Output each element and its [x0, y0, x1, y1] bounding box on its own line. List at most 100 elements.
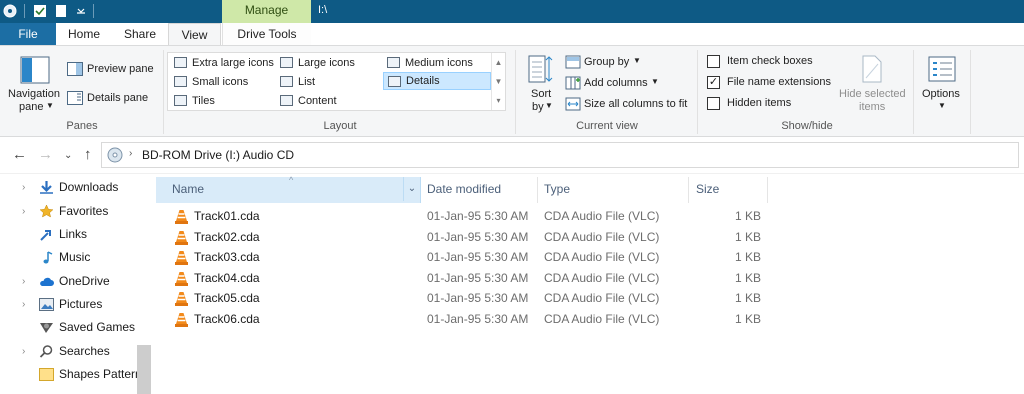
layout-medium-icons[interactable]: Medium icons — [383, 54, 491, 72]
back-arrow-icon[interactable]: ← — [12, 146, 27, 163]
file-name-extensions-checkbox[interactable]: ✓ — [707, 76, 720, 89]
hidden-items-label[interactable]: Hidden items — [727, 97, 791, 109]
preview-pane-icon[interactable] — [67, 62, 83, 76]
links-icon — [40, 230, 51, 241]
table-row[interactable]: Track01.cda 01-Jan-95 5:30 AM CDA Audio … — [156, 206, 768, 227]
breadcrumb[interactable]: BD-ROM Drive (I:) Audio CD — [142, 148, 294, 162]
expand-chevron-icon[interactable]: › — [22, 200, 25, 223]
sidebar-item-saved-games[interactable]: Saved Games — [0, 316, 137, 339]
hidden-items-checkbox[interactable] — [707, 97, 720, 110]
column-filter-chevron-icon[interactable]: ⌄ — [403, 177, 420, 201]
expand-chevron-icon[interactable]: › — [22, 293, 25, 316]
table-row[interactable]: Track04.cda 01-Jan-95 5:30 AM CDA Audio … — [156, 268, 768, 289]
ribbon-tabs: File Home Share View Drive Tools — [0, 23, 1024, 46]
tab-share[interactable]: Share — [114, 23, 166, 45]
tab-drive-tools[interactable]: Drive Tools — [222, 23, 311, 45]
forward-arrow-icon[interactable]: → — [38, 146, 53, 163]
new-folder-icon[interactable] — [54, 4, 68, 18]
music-note-icon — [43, 251, 53, 264]
title-bar: Manage I:\ — [0, 0, 1024, 23]
layout-small-icons[interactable]: Small icons — [170, 73, 276, 91]
hide-selected-items-label-2[interactable]: items — [859, 101, 885, 113]
scroll-down-icon[interactable]: ▼ — [492, 72, 505, 91]
navigation-pane-label-2[interactable]: pane — [19, 101, 43, 113]
layout-large-icons[interactable]: Large icons — [276, 54, 382, 72]
navigation-pane-scrollbar[interactable] — [137, 345, 151, 394]
hide-selected-items-label[interactable]: Hide selected — [839, 88, 906, 100]
vlc-cone-icon — [175, 272, 188, 286]
cd-drive-icon[interactable] — [3, 4, 17, 18]
details-pane-icon[interactable] — [67, 91, 83, 105]
file-name-extensions-label[interactable]: File name extensions — [727, 76, 831, 88]
column-header-type[interactable]: Type — [539, 177, 689, 203]
item-check-boxes-checkbox[interactable] — [707, 55, 720, 68]
column-header-size[interactable]: Size — [690, 177, 768, 203]
details-pane-button[interactable]: Details pane — [87, 92, 148, 104]
group-by-button[interactable]: Group by — [584, 56, 629, 68]
sort-by-label[interactable]: Sort — [531, 88, 551, 100]
sidebar-item-onedrive[interactable]: › OneDrive — [0, 270, 137, 293]
layout-gallery-scroll[interactable]: ▲ ▼ ▾ — [491, 53, 505, 110]
group-by-dropdown-icon[interactable]: ▼ — [633, 56, 641, 65]
more-layouts-icon[interactable]: ▾ — [492, 91, 505, 110]
table-row[interactable]: Track02.cda 01-Jan-95 5:30 AM CDA Audio … — [156, 227, 768, 248]
sidebar-item-shapes-pattern[interactable]: Shapes Pattern — [0, 363, 142, 386]
item-check-boxes-label[interactable]: Item check boxes — [727, 55, 813, 67]
layout-list[interactable]: List — [276, 73, 382, 91]
navigation-pane: › Downloads › Favorites Links Music › On… — [0, 175, 153, 394]
expand-chevron-icon[interactable]: › — [22, 176, 25, 199]
tab-manage[interactable]: Manage — [222, 0, 311, 23]
table-row[interactable]: Track06.cda 01-Jan-95 5:30 AM CDA Audio … — [156, 309, 768, 330]
search-icon — [39, 345, 53, 358]
scroll-up-icon[interactable]: ▲ — [492, 53, 505, 72]
properties-icon[interactable] — [33, 4, 47, 18]
layout-tiles[interactable]: Tiles — [170, 92, 276, 110]
list-icon — [280, 76, 293, 87]
navigation-pane-label[interactable]: Navigation — [8, 88, 60, 100]
expand-chevron-icon[interactable]: › — [22, 340, 25, 363]
sort-by-dropdown-icon[interactable]: ▼ — [545, 101, 553, 110]
up-arrow-icon[interactable]: ↑ — [84, 146, 92, 163]
sidebar-item-pictures[interactable]: › Pictures — [0, 293, 137, 316]
pictures-icon — [39, 298, 54, 311]
layout-content[interactable]: Content — [276, 92, 382, 110]
column-header-date-modified[interactable]: Date modified — [422, 177, 538, 203]
table-row[interactable]: Track05.cda 01-Jan-95 5:30 AM CDA Audio … — [156, 288, 768, 309]
add-columns-dropdown-icon[interactable]: ▼ — [651, 77, 659, 86]
address-bar[interactable]: › BD-ROM Drive (I:) Audio CD — [101, 142, 1019, 168]
options-dropdown-icon[interactable]: ▼ — [938, 101, 946, 110]
breadcrumb-chevron-icon[interactable]: › — [129, 148, 132, 159]
sidebar-item-searches[interactable]: › Searches — [0, 340, 137, 363]
navigation-pane-icon[interactable] — [20, 56, 50, 84]
sort-by-icon[interactable] — [525, 54, 555, 84]
details-icon — [388, 76, 401, 87]
add-columns-icon[interactable] — [565, 76, 581, 90]
sidebar-item-links[interactable]: Links — [0, 223, 137, 246]
size-columns-icon[interactable] — [565, 97, 581, 111]
sort-by-label-2[interactable]: by — [532, 101, 544, 113]
star-icon — [39, 205, 54, 218]
tab-file[interactable]: File — [0, 23, 56, 45]
column-header-name[interactable]: Name ^ ⌄ — [156, 175, 421, 203]
current-view-group-label: Current view — [576, 120, 638, 132]
layout-extra-large-icons[interactable]: Extra large icons — [170, 54, 276, 72]
tab-home[interactable]: Home — [60, 23, 108, 45]
group-by-icon[interactable] — [565, 55, 581, 69]
small-icons-icon — [174, 76, 187, 87]
layout-details[interactable]: Details — [383, 72, 491, 90]
customize-quick-access-icon[interactable] — [74, 4, 88, 18]
sidebar-item-music[interactable]: Music — [0, 246, 137, 269]
options-button[interactable]: Options — [922, 88, 960, 100]
tab-view[interactable]: View — [168, 23, 221, 46]
size-all-columns-button[interactable]: Size all columns to fit — [584, 98, 687, 110]
sidebar-item-downloads[interactable]: › Downloads — [0, 176, 137, 199]
preview-pane-button[interactable]: Preview pane — [87, 63, 154, 75]
options-icon[interactable] — [928, 56, 956, 82]
expand-chevron-icon[interactable]: › — [22, 270, 25, 293]
navigation-pane-dropdown-icon[interactable]: ▼ — [46, 101, 54, 110]
hide-selected-items-icon[interactable] — [860, 54, 884, 84]
table-row[interactable]: Track03.cda 01-Jan-95 5:30 AM CDA Audio … — [156, 247, 768, 268]
sidebar-item-favorites[interactable]: › Favorites — [0, 200, 137, 223]
recent-locations-chevron-icon[interactable]: ⌄ — [64, 150, 72, 161]
add-columns-button[interactable]: Add columns — [584, 77, 648, 89]
